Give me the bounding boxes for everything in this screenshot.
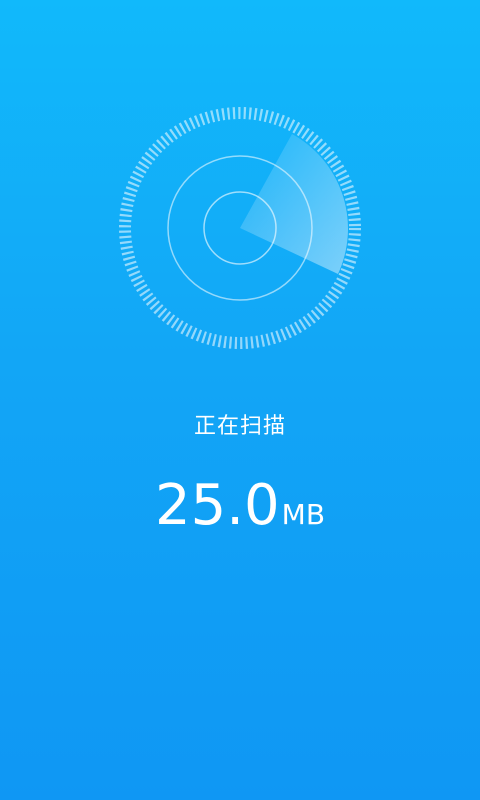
radar-scan-icon [110,98,370,358]
scanned-size-unit: MB [281,498,326,531]
scanned-size-value: 25.0 [154,473,280,538]
radar-graphic [119,107,361,349]
scan-screen: 正在扫描 25.0MB [0,0,480,800]
scanned-size-readout: 25.0MB [0,470,480,551]
scan-status-label: 正在扫描 [193,414,286,439]
